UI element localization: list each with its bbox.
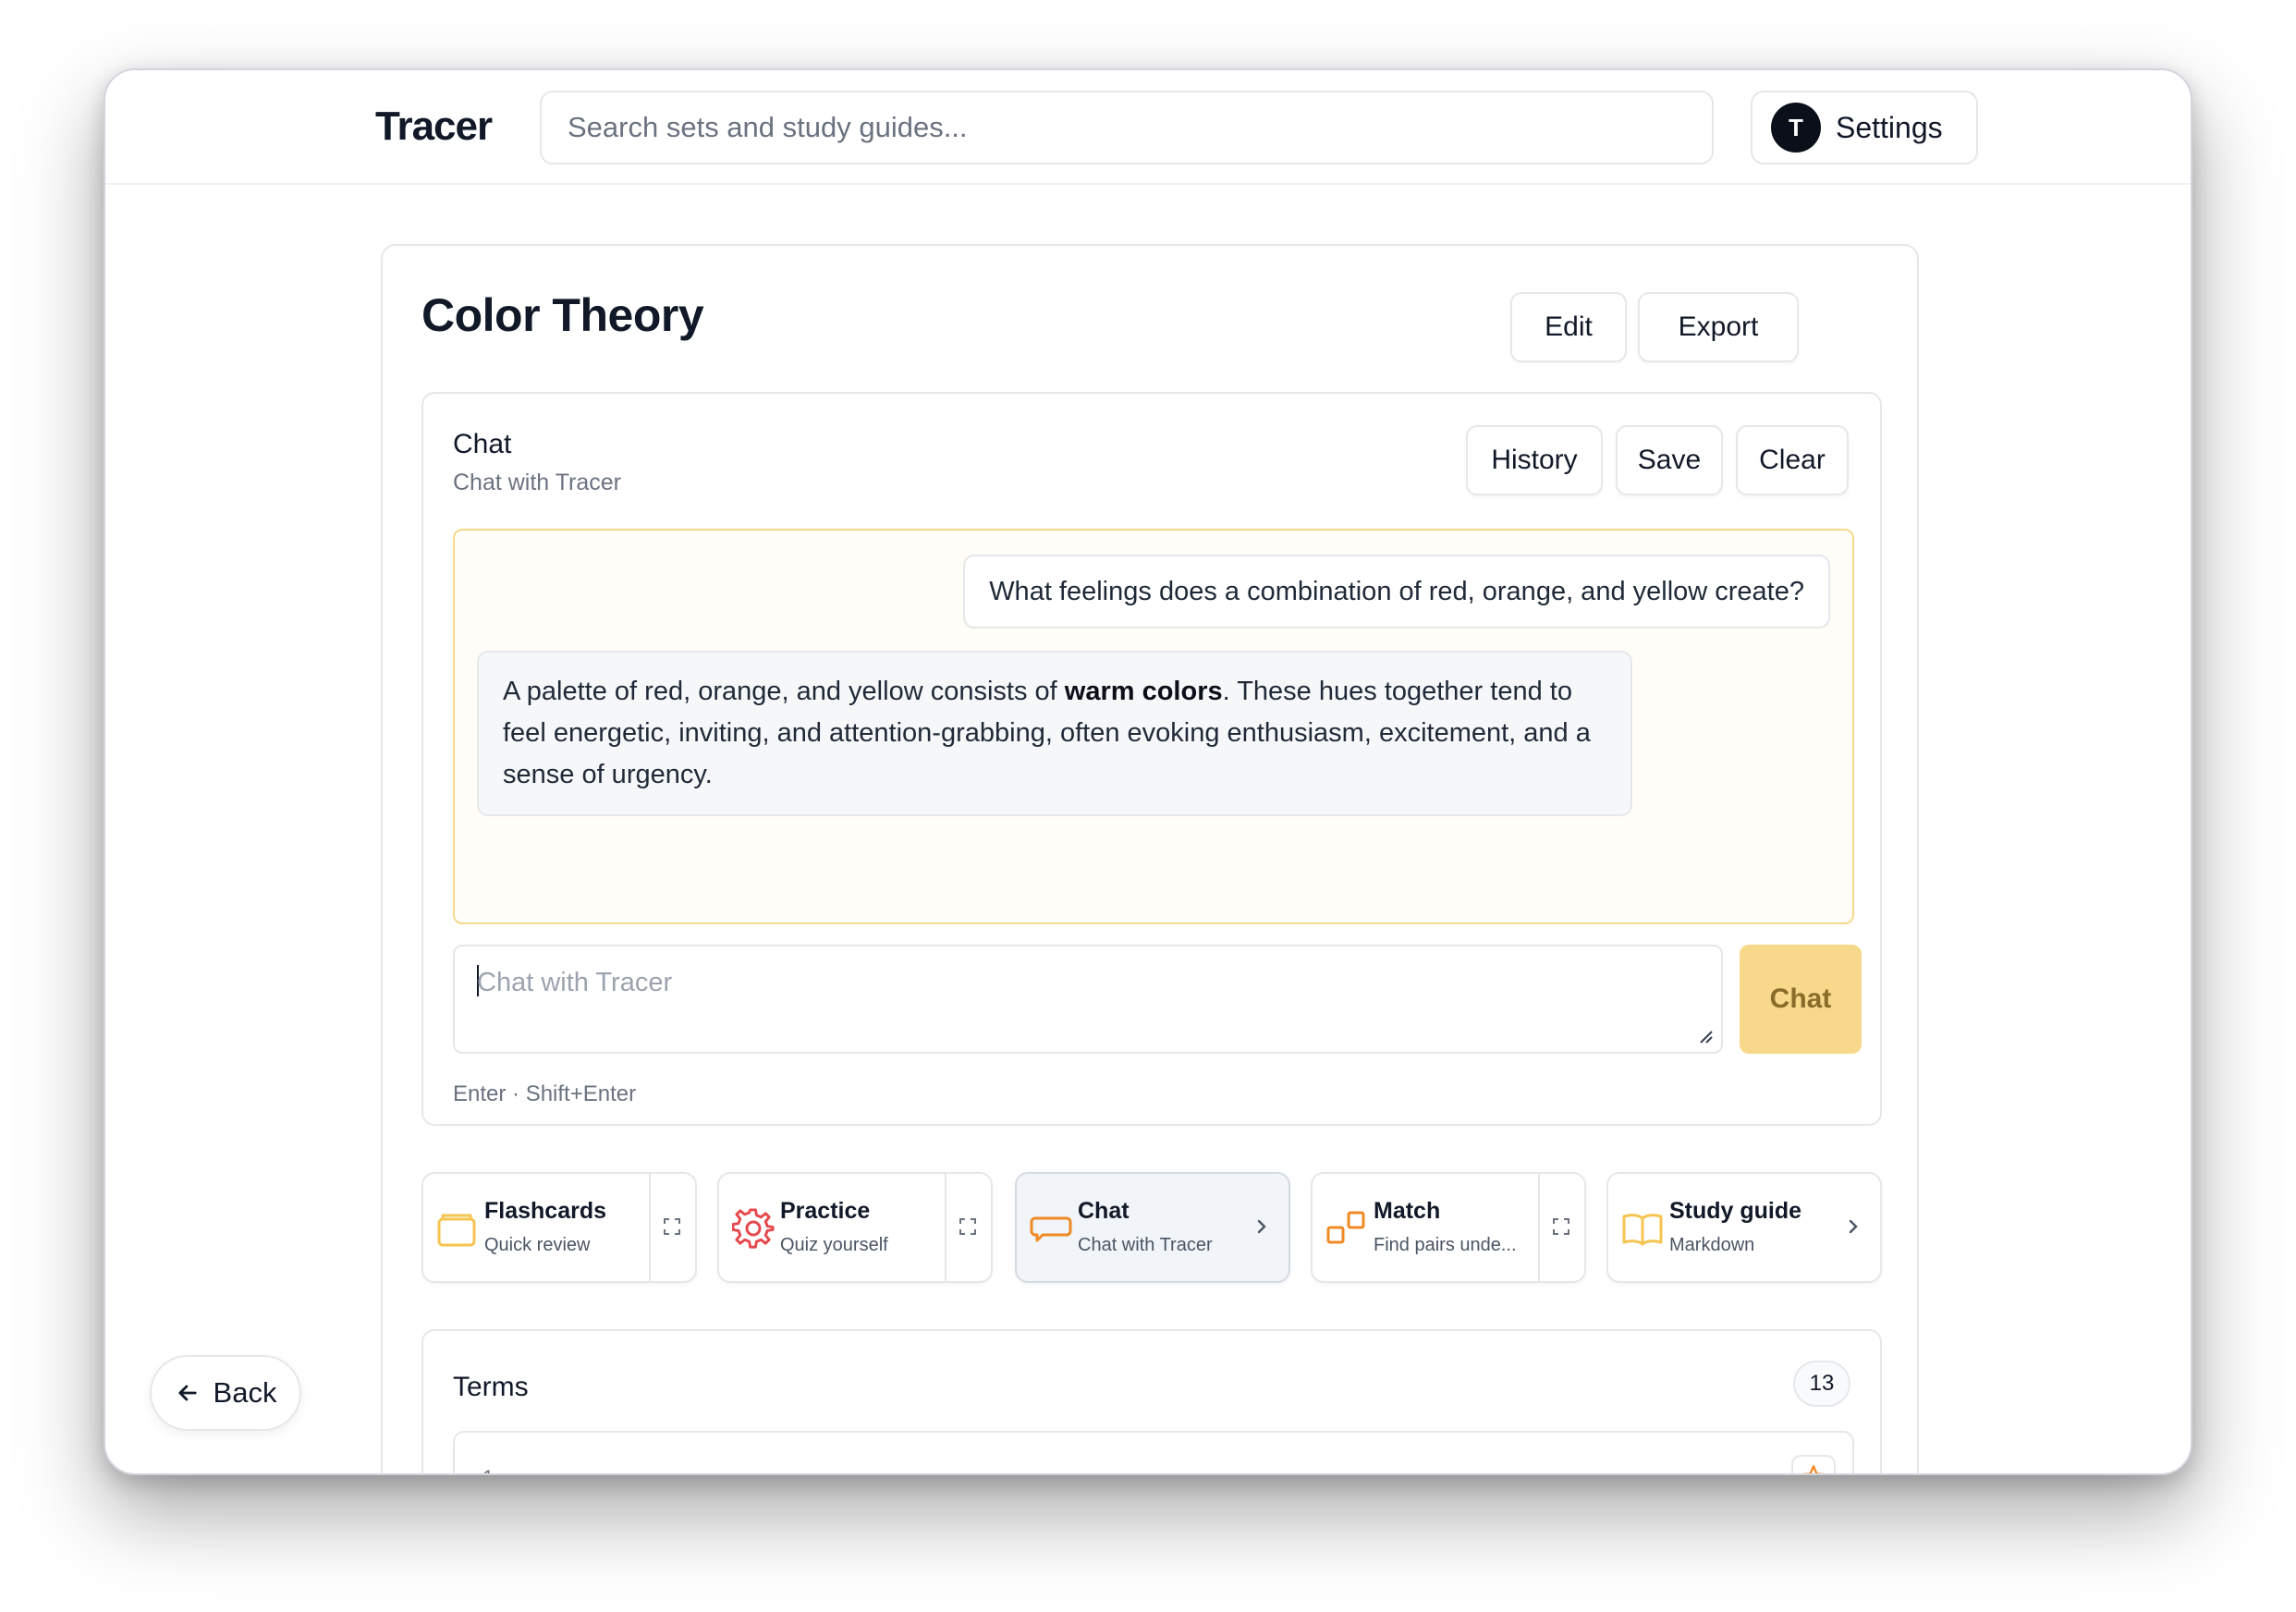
- mode-flashcards[interactable]: Flashcards Quick review: [421, 1172, 697, 1283]
- edit-button[interactable]: Edit: [1510, 292, 1627, 362]
- avatar: T: [1771, 103, 1821, 153]
- mode-chat[interactable]: Chat Chat with Tracer: [1015, 1172, 1290, 1283]
- mode-title: Chat: [1078, 1198, 1130, 1224]
- terms-title: Terms: [453, 1372, 529, 1402]
- chat-send-button[interactable]: Chat: [1740, 945, 1862, 1054]
- search-placeholder: Search sets and study guides...: [568, 111, 968, 143]
- chat-input[interactable]: Chat with Tracer: [453, 945, 1723, 1054]
- save-button[interactable]: Save: [1616, 425, 1723, 495]
- page-title: Color Theory: [421, 289, 704, 341]
- divider: [1538, 1174, 1540, 1281]
- history-button[interactable]: History: [1466, 425, 1603, 495]
- expand-icon[interactable]: [658, 1213, 686, 1240]
- mode-subtitle: Chat with Tracer: [1078, 1235, 1213, 1255]
- mode-subtitle: Quiz yourself: [780, 1235, 888, 1255]
- clear-button[interactable]: Clear: [1736, 425, 1849, 495]
- divider: [945, 1174, 946, 1281]
- chat-conversation[interactable]: What feelings does a combination of red,…: [453, 529, 1854, 924]
- book-icon: [1622, 1214, 1663, 1246]
- app-window: Tracer Search sets and study guides... T…: [104, 68, 2192, 1475]
- mode-title: Study guide: [1669, 1198, 1802, 1224]
- divider: [649, 1174, 651, 1281]
- study-set-card: Color Theory Edit Export Chat Chat with …: [381, 244, 1919, 1473]
- mode-title: Match: [1374, 1198, 1441, 1224]
- chat-input-placeholder: Chat with Tracer: [477, 968, 673, 997]
- mode-practice[interactable]: Practice Quiz yourself: [717, 1172, 993, 1283]
- back-label: Back: [213, 1376, 277, 1409]
- terms-panel: Terms 13 1: [421, 1329, 1882, 1473]
- back-button[interactable]: Back: [150, 1355, 301, 1431]
- settings-label: Settings: [1836, 110, 1943, 144]
- chevron-right-icon[interactable]: [1839, 1213, 1867, 1240]
- term-number: 1: [482, 1466, 494, 1473]
- settings-button[interactable]: T Settings: [1751, 91, 1978, 165]
- match-icon: [1326, 1211, 1365, 1244]
- flashcards-icon: [437, 1214, 476, 1247]
- chevron-right-icon[interactable]: [1248, 1213, 1276, 1240]
- assistant-message-text: A palette of red, orange, and yellow con…: [503, 677, 1065, 706]
- chat-bubble-icon: [1030, 1216, 1072, 1242]
- star-icon[interactable]: [1791, 1455, 1836, 1473]
- top-bar: Tracer Search sets and study guides... T…: [105, 70, 2191, 185]
- study-modes: Flashcards Quick review Practice Quiz yo…: [421, 1172, 1882, 1283]
- gear-icon: [732, 1208, 775, 1249]
- expand-icon[interactable]: [1547, 1213, 1575, 1240]
- terms-count-badge: 13: [1793, 1361, 1850, 1407]
- mode-match[interactable]: Match Find pairs unde...: [1311, 1172, 1586, 1283]
- mode-subtitle: Markdown: [1669, 1235, 1755, 1255]
- mode-study-guide[interactable]: Study guide Markdown: [1606, 1172, 1882, 1283]
- term-card[interactable]: 1: [453, 1431, 1854, 1473]
- expand-icon[interactable]: [954, 1213, 982, 1240]
- app-logo[interactable]: Tracer: [375, 104, 493, 150]
- resize-grip-icon[interactable]: [1697, 1028, 1714, 1044]
- mode-subtitle: Find pairs unde...: [1374, 1235, 1517, 1255]
- mode-title: Flashcards: [484, 1198, 607, 1224]
- mode-subtitle: Quick review: [484, 1235, 591, 1255]
- user-message: What feelings does a combination of red,…: [963, 555, 1830, 629]
- keyboard-hint: Enter · Shift+Enter: [453, 1081, 637, 1106]
- chat-panel: Chat Chat with Tracer History Save Clear…: [421, 392, 1882, 1126]
- chat-panel-title: Chat: [453, 429, 512, 459]
- arrow-left-icon: [177, 1385, 197, 1401]
- export-button[interactable]: Export: [1638, 292, 1799, 362]
- mode-title: Practice: [780, 1198, 871, 1224]
- chat-panel-subtitle: Chat with Tracer: [453, 470, 622, 495]
- assistant-message-bold: warm colors: [1064, 677, 1223, 706]
- assistant-message: A palette of red, orange, and yellow con…: [477, 651, 1632, 816]
- search-input[interactable]: Search sets and study guides...: [540, 91, 1714, 165]
